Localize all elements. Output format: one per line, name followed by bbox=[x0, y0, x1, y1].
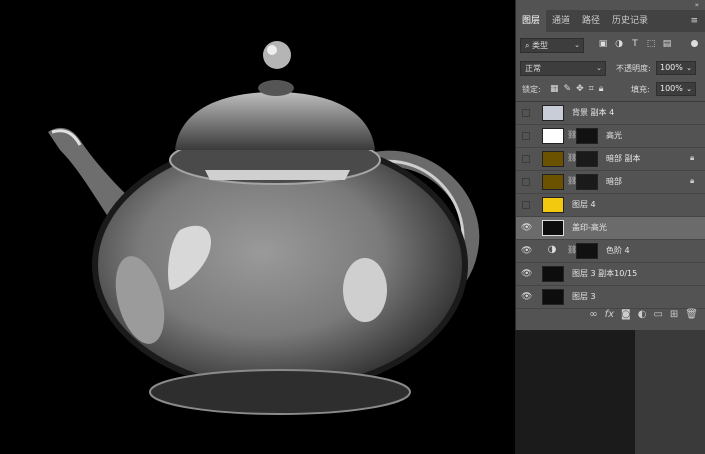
group-folder-icon[interactable]: ▭ bbox=[653, 306, 662, 324]
smart-object-filter-icon[interactable]: ▤ bbox=[662, 39, 672, 49]
layer-thumbnail bbox=[542, 128, 564, 144]
layer-mask-thumbnail bbox=[576, 151, 598, 167]
opacity-label: 不透明度: bbox=[616, 64, 651, 73]
visibility-toggle[interactable] bbox=[522, 109, 530, 117]
layer-row[interactable]: 👁︎ 图层 3 副本10/15 bbox=[516, 263, 705, 286]
lock-artboard-icon[interactable]: ⌗ bbox=[589, 81, 594, 98]
layer-thumbnail bbox=[542, 289, 564, 305]
lock-label: 锁定: bbox=[522, 85, 541, 94]
filter-toggle-icon[interactable] bbox=[691, 40, 698, 47]
link-icon[interactable]: ∞ bbox=[589, 306, 597, 324]
workspace-background bbox=[515, 330, 705, 454]
workspace-panel-edge bbox=[635, 330, 705, 454]
lock-icon: 🔒︎ bbox=[690, 176, 695, 185]
panel-menu-icon[interactable]: ≡ bbox=[690, 10, 705, 32]
chevron-down-icon: ⌄ bbox=[574, 41, 580, 49]
layer-thumbnail bbox=[542, 197, 564, 213]
layer-row-selected[interactable]: 👁︎ 盖印-高光 bbox=[516, 217, 705, 240]
layer-mask-thumbnail bbox=[576, 128, 598, 144]
layer-name: 色阶 4 bbox=[606, 246, 630, 255]
layer-row[interactable]: ⛓︎ 暗部 副本 🔒︎ bbox=[516, 148, 705, 171]
visibility-toggle[interactable] bbox=[522, 201, 530, 209]
layers-panel: » 图层 通道 路径 历史记录 ≡ ⌕ 类型 ⌄ ▣ ◑ T ⬚ ▤ 正常 ⌄ … bbox=[515, 0, 705, 330]
layers-panel-footer: ∞ fx ◙ ◐ ▭ ⊞ 🗑︎ bbox=[516, 306, 705, 324]
layer-thumbnail bbox=[542, 266, 564, 282]
image-filter-icon[interactable]: ▣ bbox=[598, 39, 608, 49]
search-icon: ⌕ bbox=[525, 41, 533, 50]
filter-row: ⌕ 类型 ⌄ ▣ ◑ T ⬚ ▤ bbox=[516, 36, 705, 56]
levels-adjustment-icon: ◑ bbox=[547, 244, 557, 255]
blend-mode-select[interactable]: 正常 ⌄ bbox=[520, 61, 606, 76]
fx-icon[interactable]: fx bbox=[605, 306, 614, 324]
fill-value: 100% bbox=[660, 84, 683, 93]
blend-mode-value: 正常 bbox=[525, 64, 541, 73]
layer-thumbnail bbox=[542, 105, 564, 121]
shape-filter-icon[interactable]: ⬚ bbox=[646, 39, 656, 49]
adjustment-filter-icon[interactable]: ◑ bbox=[614, 39, 624, 49]
tab-channels[interactable]: 通道 bbox=[546, 10, 576, 32]
layer-row[interactable]: 图层 4 bbox=[516, 194, 705, 217]
collapse-icon[interactable]: » bbox=[695, 1, 699, 9]
layer-list: 背景 副本 4 ⛓︎ 高光 ⛓︎ 暗部 副本 🔒︎ ⛓︎ 暗部 🔒︎ 图层 4 … bbox=[516, 102, 705, 309]
chevron-down-icon: ⌄ bbox=[596, 64, 602, 72]
filter-value: 类型 bbox=[532, 41, 549, 50]
tab-layers[interactable]: 图层 bbox=[516, 10, 547, 32]
layer-name: 高光 bbox=[606, 131, 622, 140]
layer-name: 图层 3 副本10/15 bbox=[572, 269, 638, 278]
layer-mask-thumbnail bbox=[576, 243, 598, 259]
document-canvas[interactable] bbox=[0, 0, 515, 454]
fill-field[interactable]: 100% ⌄ bbox=[656, 82, 696, 96]
lock-pixels-icon[interactable]: ✎ bbox=[564, 81, 572, 98]
layer-name: 背景 副本 4 bbox=[572, 108, 615, 117]
lock-row: 锁定: ▦ ✎ ✥ ⌗ 🔒︎ 填充: 100% ⌄ bbox=[516, 81, 705, 99]
eye-icon[interactable]: 👁︎ bbox=[521, 246, 532, 256]
eye-icon[interactable]: 👁︎ bbox=[521, 292, 532, 302]
visibility-toggle[interactable] bbox=[522, 132, 530, 140]
trash-icon[interactable]: 🗑︎ bbox=[685, 306, 698, 324]
layer-name: 暗部 副本 bbox=[606, 154, 641, 163]
visibility-toggle[interactable] bbox=[522, 178, 530, 186]
fill-label: 填充: bbox=[631, 85, 650, 94]
opacity-value: 100% bbox=[660, 63, 683, 72]
mask-icon[interactable]: ◙ bbox=[621, 306, 631, 324]
opacity-field[interactable]: 100% ⌄ bbox=[656, 61, 696, 75]
tab-paths[interactable]: 路径 bbox=[576, 10, 606, 32]
panel-tabs: 图层 通道 路径 历史记录 ≡ bbox=[516, 10, 705, 32]
layer-name: 暗部 bbox=[606, 177, 622, 186]
layer-name: 图层 3 bbox=[572, 292, 596, 301]
layer-row[interactable]: 👁︎ ◑ ⛓︎ 色阶 4 bbox=[516, 240, 705, 263]
layer-thumbnail bbox=[542, 220, 564, 236]
layer-mask-thumbnail bbox=[576, 174, 598, 190]
layer-name: 图层 4 bbox=[572, 200, 596, 209]
lock-all-icon[interactable]: 🔒︎ bbox=[599, 81, 604, 98]
layer-row[interactable]: ⛓︎ 高光 bbox=[516, 125, 705, 148]
layer-filter-select[interactable]: ⌕ 类型 ⌄ bbox=[520, 38, 584, 53]
layer-thumbnail bbox=[542, 174, 564, 190]
layer-row[interactable]: 背景 副本 4 bbox=[516, 102, 705, 125]
layer-name: 盖印-高光 bbox=[572, 223, 607, 232]
lock-icon: 🔒︎ bbox=[690, 153, 695, 162]
tab-history[interactable]: 历史记录 bbox=[606, 10, 654, 32]
type-filter-icon[interactable]: T bbox=[630, 39, 640, 49]
eye-icon[interactable]: 👁︎ bbox=[521, 223, 532, 233]
blend-row: 正常 ⌄ 不透明度: 100% ⌄ bbox=[516, 60, 705, 78]
new-layer-icon[interactable]: ⊞ bbox=[670, 306, 678, 324]
teapot-image bbox=[48, 41, 480, 415]
eye-icon[interactable]: 👁︎ bbox=[521, 269, 532, 279]
adjustment-icon[interactable]: ◐ bbox=[638, 306, 647, 324]
lock-transparent-icon[interactable]: ▦ bbox=[550, 81, 559, 98]
lock-position-icon[interactable]: ✥ bbox=[576, 81, 584, 98]
chevron-down-icon: ⌄ bbox=[686, 64, 692, 72]
layer-row[interactable]: ⛓︎ 暗部 🔒︎ bbox=[516, 171, 705, 194]
visibility-toggle[interactable] bbox=[522, 155, 530, 163]
chevron-down-icon: ⌄ bbox=[686, 85, 692, 93]
layer-thumbnail bbox=[542, 151, 564, 167]
